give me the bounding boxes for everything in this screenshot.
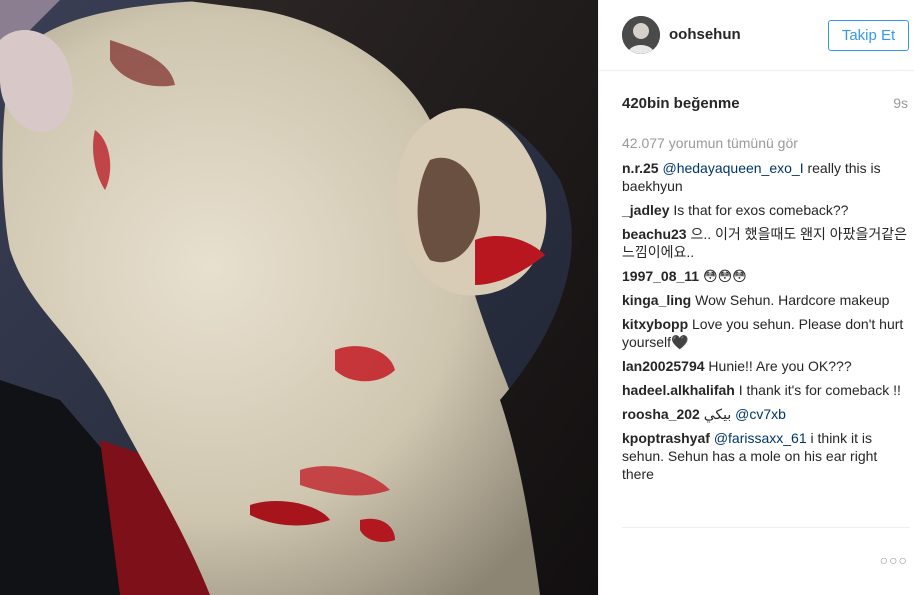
comment-item: kitxybopp Love you sehun. Please don't h… bbox=[622, 315, 908, 351]
comment-username[interactable]: _jadley bbox=[622, 202, 669, 218]
comment-item: lan20025794 Hunie!! Are you OK??? bbox=[622, 357, 908, 375]
comment-username[interactable]: kinga_ling bbox=[622, 292, 691, 308]
mention-link[interactable]: @hedayaqueen_exo_I bbox=[662, 160, 803, 176]
comment-text: I thank it's for comeback !! bbox=[738, 382, 901, 398]
comment-text: 😳😳😳 bbox=[702, 268, 747, 284]
comment-username[interactable]: kitxybopp bbox=[622, 316, 688, 332]
comment-item: kpoptrashyaf @farissaxx_61 i think it is… bbox=[622, 429, 908, 483]
view-all-comments-link[interactable]: 42.077 yorumun tümünü gör bbox=[622, 134, 908, 152]
post-header: oohsehun Takip Et bbox=[599, 0, 914, 71]
comment-text: Hunie!! Are you OK??? bbox=[708, 358, 852, 374]
comment-item: n.r.25 @hedayaqueen_exo_I really this is… bbox=[622, 159, 908, 195]
comment-item: roosha_202 بيكي @cv7xb bbox=[622, 405, 908, 423]
instagram-post: oohsehun Takip Et 420bin beğenme 9s 42.0… bbox=[0, 0, 914, 595]
post-sidebar: oohsehun Takip Et 420bin beğenme 9s 42.0… bbox=[598, 0, 914, 595]
footer-divider bbox=[622, 527, 910, 528]
comment-username[interactable]: hadeel.alkhalifah bbox=[622, 382, 735, 398]
comment-username[interactable]: 1997_08_11 bbox=[622, 268, 699, 284]
avatar[interactable] bbox=[622, 16, 660, 54]
username[interactable]: oohsehun bbox=[669, 26, 741, 43]
post-time: 9s bbox=[893, 95, 908, 111]
comment-text: بيكي @cv7xb bbox=[703, 406, 786, 422]
ellipsis-icon[interactable]: ○○○ bbox=[880, 552, 908, 568]
comment-text: Wow Sehun. Hardcore makeup bbox=[695, 292, 890, 308]
comment-item: 1997_08_11 😳😳😳 bbox=[622, 267, 908, 285]
comment-username[interactable]: kpoptrashyaf bbox=[622, 430, 710, 446]
comment-item: hadeel.alkhalifah I thank it's for comeb… bbox=[622, 381, 908, 399]
comment-username[interactable]: lan20025794 bbox=[622, 358, 705, 374]
comment-item: beachu23 으.. 이거 했을때도 왠지 아팠을거같은 느낌이에요.. bbox=[622, 225, 908, 261]
comment-text: @hedayaqueen_exo_I really this is baekhy… bbox=[622, 160, 881, 194]
comment-username[interactable]: n.r.25 bbox=[622, 160, 659, 176]
comment-username[interactable]: beachu23 bbox=[622, 226, 687, 242]
mention-link[interactable]: @cv7xb bbox=[735, 406, 786, 422]
post-photo-image bbox=[0, 0, 598, 595]
comment-username[interactable]: roosha_202 bbox=[622, 406, 700, 422]
mention-link[interactable]: @farissaxx_61 bbox=[714, 430, 807, 446]
post-photo[interactable] bbox=[0, 0, 598, 595]
comment-list: 42.077 yorumun tümünü gör n.r.25 @hedaya… bbox=[622, 134, 908, 489]
comment-item: kinga_ling Wow Sehun. Hardcore makeup bbox=[622, 291, 908, 309]
comment-item: _jadley Is that for exos comeback?? bbox=[622, 201, 908, 219]
comment-text: Is that for exos comeback?? bbox=[673, 202, 849, 218]
follow-button[interactable]: Takip Et bbox=[828, 20, 909, 51]
avatar-image bbox=[622, 16, 660, 54]
likes-count[interactable]: 420bin beğenme bbox=[622, 95, 740, 112]
